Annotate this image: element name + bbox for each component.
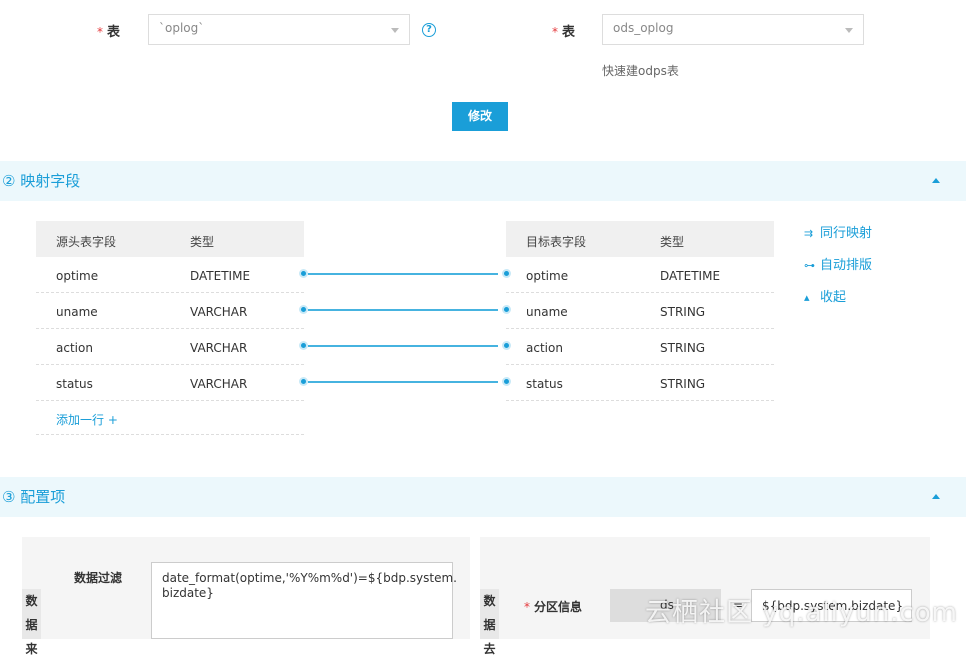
field-name: action (526, 341, 563, 355)
field-type: VARCHAR (190, 305, 247, 319)
section-config-header[interactable]: ③ 配置项 (0, 477, 966, 517)
source-connector-dot[interactable] (299, 341, 308, 350)
table-row[interactable]: uname VARCHAR (36, 293, 304, 329)
triangle-up-icon: ▴ (804, 291, 816, 304)
required-mark: * (524, 600, 530, 614)
section-mapping-header[interactable]: ② 映射字段 (0, 161, 966, 201)
section-title: ② 映射字段 (2, 170, 80, 191)
column-header: 类型 (660, 233, 684, 250)
data-source-tab[interactable]: 数 据 来 (22, 589, 41, 639)
field-name: status (56, 377, 93, 391)
mapping-line[interactable] (308, 273, 498, 275)
chevron-down-icon (391, 28, 399, 33)
target-connector-dot[interactable] (502, 341, 511, 350)
table-row[interactable]: status STRING (506, 365, 774, 401)
field-name: optime (56, 269, 98, 283)
row-mapping-icon: ⇉ (804, 227, 816, 240)
mapping-line[interactable] (308, 381, 498, 383)
field-type: DATETIME (660, 269, 720, 283)
field-type: STRING (660, 305, 705, 319)
target-connector-dot[interactable] (502, 377, 511, 386)
table-row[interactable]: action VARCHAR (36, 329, 304, 365)
collapse-button[interactable]: ▴ 收起 (804, 286, 846, 305)
mapping-line[interactable] (308, 309, 498, 311)
modify-button[interactable]: 修改 (452, 102, 508, 131)
watermark: 云栖社区 yq.aliyun.com (645, 592, 958, 629)
field-type: VARCHAR (190, 341, 247, 355)
tab-char: 数 (480, 589, 499, 613)
filter-text-line: date_format(optime,'%Y%m%d')=${bdp.syste… (162, 571, 442, 586)
column-header: 源头表字段 (56, 233, 116, 250)
mapping-line[interactable] (308, 345, 498, 347)
target-connector-dot[interactable] (502, 305, 511, 314)
add-row-label: 添加一行 + (56, 411, 118, 428)
required-mark: * (552, 25, 558, 39)
source-table-label: *表 (97, 21, 120, 40)
field-name: action (56, 341, 93, 355)
data-filter-label: 数据过滤 (74, 569, 122, 586)
source-connector-dot[interactable] (299, 305, 308, 314)
field-name: uname (56, 305, 98, 319)
add-row-link[interactable]: 添加一行 + (36, 401, 304, 435)
data-filter-textarea[interactable]: date_format(optime,'%Y%m%d')=${bdp.syste… (151, 562, 453, 639)
same-row-mapping-button[interactable]: ⇉ 同行映射 (804, 222, 872, 241)
target-field-table: 目标表字段 类型 optime DATETIME uname STRING ac… (506, 221, 774, 401)
target-table-select[interactable]: ods_oplog (602, 14, 864, 45)
field-type: DATETIME (190, 269, 250, 283)
field-type: VARCHAR (190, 377, 247, 391)
source-table-select[interactable]: `oplog` (148, 14, 410, 45)
help-icon[interactable]: ? (422, 23, 436, 37)
tab-char: 来 (22, 637, 41, 661)
target-table-label: *表 (552, 21, 575, 40)
quick-create-odps-link[interactable]: 快速建odps表 (602, 62, 679, 79)
source-table-value: `oplog` (159, 21, 204, 35)
data-target-tab[interactable]: 数 据 去 (480, 589, 499, 639)
table-row[interactable]: optime DATETIME (506, 257, 774, 293)
tab-char: 据 (22, 613, 41, 637)
chevron-down-icon (845, 28, 853, 33)
target-connector-dot[interactable] (502, 269, 511, 278)
field-name: uname (526, 305, 568, 319)
source-connector-dot[interactable] (299, 269, 308, 278)
auto-layout-button[interactable]: ⊶ 自动排版 (804, 254, 872, 273)
section-title: ③ 配置项 (2, 486, 65, 507)
button-label: 同行映射 (820, 226, 872, 241)
required-mark: * (97, 25, 103, 39)
button-label: 收起 (820, 290, 846, 305)
tree-layout-icon: ⊶ (804, 259, 816, 272)
field-name: status (526, 377, 563, 391)
partition-info-label: *分区信息 (524, 596, 582, 615)
chevron-up-icon[interactable] (932, 178, 940, 183)
table-row[interactable]: uname STRING (506, 293, 774, 329)
column-header: 类型 (190, 233, 214, 250)
field-type: STRING (660, 377, 705, 391)
table-header: 源头表字段 类型 (36, 221, 304, 257)
chevron-up-icon[interactable] (932, 494, 940, 499)
field-name: optime (526, 269, 568, 283)
table-row[interactable]: action STRING (506, 329, 774, 365)
filter-text-line: bizdate} (162, 586, 442, 601)
source-field-table: 源头表字段 类型 optime DATETIME uname VARCHAR a… (36, 221, 304, 435)
tab-char: 去 (480, 637, 499, 661)
button-label: 自动排版 (820, 258, 872, 273)
table-row[interactable]: optime DATETIME (36, 257, 304, 293)
column-header: 目标表字段 (526, 233, 586, 250)
field-type: STRING (660, 341, 705, 355)
table-header: 目标表字段 类型 (506, 221, 774, 257)
target-table-value: ods_oplog (613, 21, 673, 35)
tab-char: 据 (480, 613, 499, 637)
table-row[interactable]: status VARCHAR (36, 365, 304, 401)
tab-char: 数 (22, 589, 41, 613)
source-connector-dot[interactable] (299, 377, 308, 386)
